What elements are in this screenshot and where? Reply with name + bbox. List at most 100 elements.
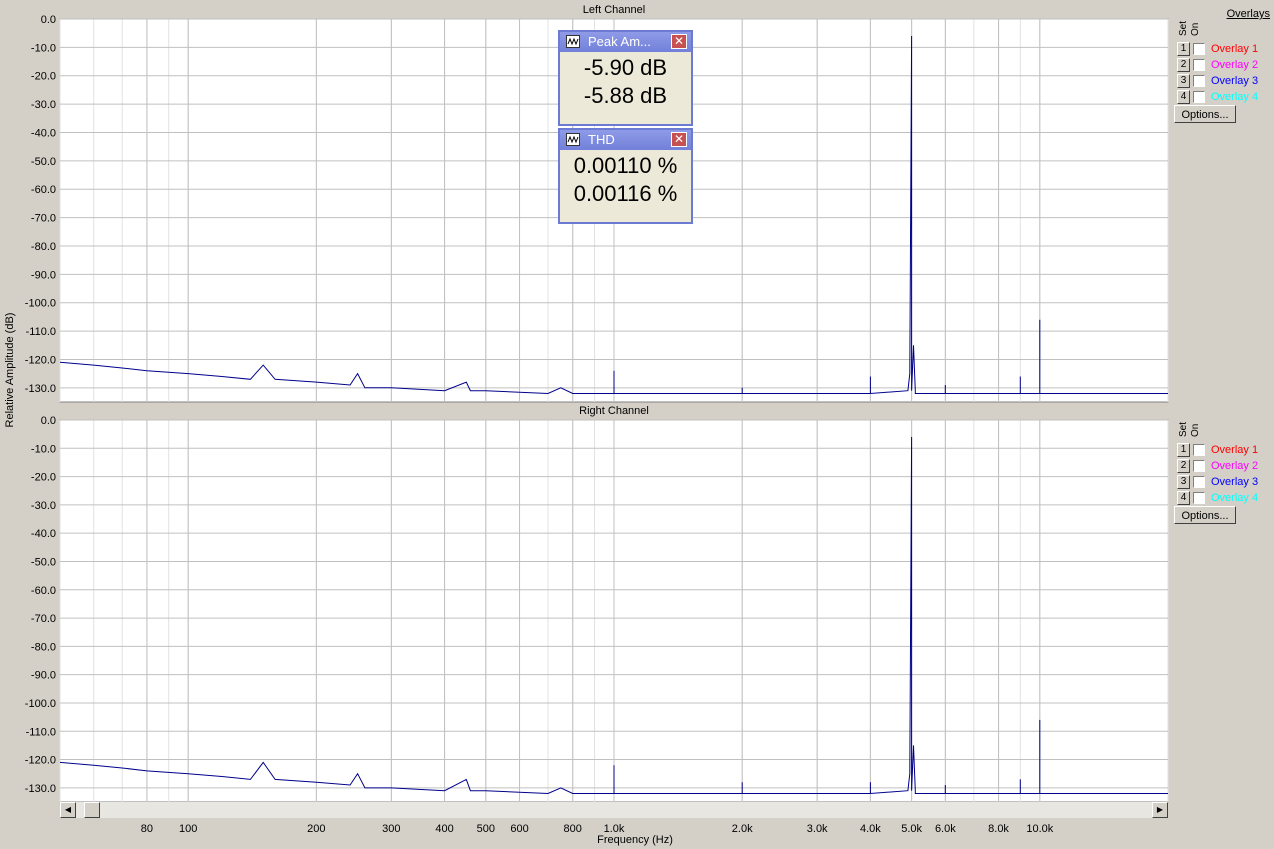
overlay-row-4: 4 Overlay 4 [1177, 89, 1270, 104]
y-tick-label: -20.0 [31, 71, 56, 83]
x-tick-label: 8.0k [988, 823, 1009, 835]
scroll-thumb[interactable] [84, 802, 100, 818]
thd-value-right: 0.00116 % [573, 181, 678, 206]
horizontal-scrollbar[interactable]: ◀ ▶ [60, 802, 1168, 818]
overlay-header: Set On Overlays [1174, 6, 1270, 36]
overlay-label-2: Overlay 2 [1211, 459, 1259, 472]
scroll-right-button[interactable]: ▶ [1152, 802, 1168, 818]
overlay-row-3: 3 Overlay 3 [1177, 474, 1270, 489]
y-tick-label: -10.0 [31, 443, 56, 455]
overlay-set-button-3[interactable]: 3 [1177, 474, 1190, 489]
x-axis-label: Frequency (Hz) [597, 834, 673, 846]
peak-value-left: -5.90 dB [583, 55, 668, 80]
overlay-label-1: Overlay 1 [1211, 443, 1259, 456]
overlay-label-3: Overlay 3 [1211, 475, 1259, 488]
x-tick-label: 4.0k [860, 823, 881, 835]
y-tick-label: -50.0 [31, 556, 56, 568]
y-tick-label: -30.0 [31, 500, 56, 512]
options-button-left[interactable]: Options... [1174, 105, 1236, 123]
x-tick-label: 500 [477, 823, 495, 835]
overlay-set-button-4[interactable]: 4 [1177, 490, 1190, 505]
overlays-title: Overlays [1226, 8, 1270, 20]
x-tick-label: 2.0k [732, 823, 753, 835]
overlay-panel-left: Set On Overlays 1 Overlay 1 2 Overlay 2 … [1174, 6, 1270, 136]
overlay-row-1: 1 Overlay 1 [1177, 41, 1270, 56]
options-button-right[interactable]: Options... [1174, 506, 1236, 524]
overlay-set-button-4[interactable]: 4 [1177, 89, 1190, 104]
overlay-label-4: Overlay 4 [1211, 491, 1259, 504]
overlay-checkbox-3[interactable] [1193, 74, 1205, 87]
x-tick-label: 6.0k [935, 823, 956, 835]
thd-meter[interactable]: THD ✕ 0.00110 % 0.00116 % [558, 128, 693, 224]
overlay-checkbox-3[interactable] [1193, 475, 1205, 488]
meter-title-bar[interactable]: THD ✕ [560, 130, 691, 150]
y-tick-label: -130.0 [25, 783, 56, 795]
y-axis-label: Relative Amplitude (dB) [4, 312, 16, 428]
y-tick-label: -70.0 [31, 213, 56, 225]
overlay-header: Set On [1174, 407, 1270, 437]
waveform-icon [566, 133, 580, 146]
overlay-row-2: 2 Overlay 2 [1177, 458, 1270, 473]
y-tick-label: -120.0 [25, 755, 56, 767]
x-tick-label: 400 [435, 823, 453, 835]
y-tick-label: -110.0 [26, 726, 56, 738]
overlay-row-2: 2 Overlay 2 [1177, 57, 1270, 72]
close-icon[interactable]: ✕ [671, 132, 687, 147]
y-tick-label: -130.0 [25, 383, 56, 395]
peak-value-right: -5.88 dB [583, 83, 668, 108]
x-tick-label: 80 [141, 823, 153, 835]
x-tick-label: 300 [382, 823, 400, 835]
y-tick-label: -120.0 [25, 354, 56, 366]
overlay-checkbox-4[interactable] [1193, 491, 1205, 504]
meter-title: THD [588, 132, 615, 147]
y-tick-label: -80.0 [31, 241, 56, 253]
overlay-checkbox-1[interactable] [1193, 42, 1205, 55]
y-tick-label: -10.0 [31, 42, 56, 54]
x-tick-label: 3.0k [807, 823, 828, 835]
y-tick-label: -60.0 [31, 585, 56, 597]
y-tick-label: -80.0 [31, 641, 56, 653]
close-icon[interactable]: ✕ [671, 34, 687, 49]
overlay-row-4: 4 Overlay 4 [1177, 490, 1270, 505]
meter-title-bar[interactable]: Peak Am... ✕ [560, 32, 691, 52]
overlay-set-button-1[interactable]: 1 [1177, 442, 1190, 457]
overlay-label-1: Overlay 1 [1211, 42, 1259, 55]
overlay-label-4: Overlay 4 [1211, 90, 1259, 103]
x-tick-label: 600 [510, 823, 528, 835]
y-tick-label: 0.0 [41, 14, 56, 26]
thd-value-left: 0.00110 % [573, 153, 678, 178]
x-tick-label: 200 [307, 823, 325, 835]
y-tick-label: 0.0 [41, 415, 56, 427]
x-tick-label: 100 [179, 823, 197, 835]
y-tick-label: -100.0 [25, 698, 56, 710]
overlay-checkbox-2[interactable] [1193, 459, 1205, 472]
panel-title: Left Channel [583, 4, 645, 16]
overlay-row-3: 3 Overlay 3 [1177, 73, 1270, 88]
y-tick-label: -60.0 [31, 184, 56, 196]
overlay-set-button-3[interactable]: 3 [1177, 73, 1190, 88]
overlay-panel-right: Set On 1 Overlay 1 2 Overlay 2 3 Overlay… [1174, 407, 1270, 537]
y-tick-label: -90.0 [31, 269, 56, 281]
scroll-left-button[interactable]: ◀ [60, 802, 76, 818]
y-tick-label: -110.0 [26, 326, 56, 338]
y-tick-label: -90.0 [31, 670, 56, 682]
y-tick-label: -70.0 [31, 613, 56, 625]
overlay-label-3: Overlay 3 [1211, 74, 1259, 87]
overlay-row-1: 1 Overlay 1 [1177, 442, 1270, 457]
overlay-set-button-1[interactable]: 1 [1177, 41, 1190, 56]
meter-title: Peak Am... [588, 34, 651, 49]
overlay-checkbox-2[interactable] [1193, 58, 1205, 71]
y-tick-label: -30.0 [31, 99, 56, 111]
x-tick-label: 5.0k [901, 823, 922, 835]
y-tick-label: -50.0 [31, 156, 56, 168]
panel-title: Right Channel [579, 405, 649, 417]
set-on-label: Set On [1178, 421, 1201, 437]
overlay-checkbox-4[interactable] [1193, 90, 1205, 103]
peak-amplitude-meter[interactable]: Peak Am... ✕ -5.90 dB -5.88 dB [558, 30, 693, 126]
y-tick-label: -40.0 [31, 528, 56, 540]
overlay-checkbox-1[interactable] [1193, 443, 1205, 456]
overlay-set-button-2[interactable]: 2 [1177, 57, 1190, 72]
overlay-set-button-2[interactable]: 2 [1177, 458, 1190, 473]
waveform-icon [566, 35, 580, 48]
x-tick-label: 10.0k [1026, 823, 1053, 835]
